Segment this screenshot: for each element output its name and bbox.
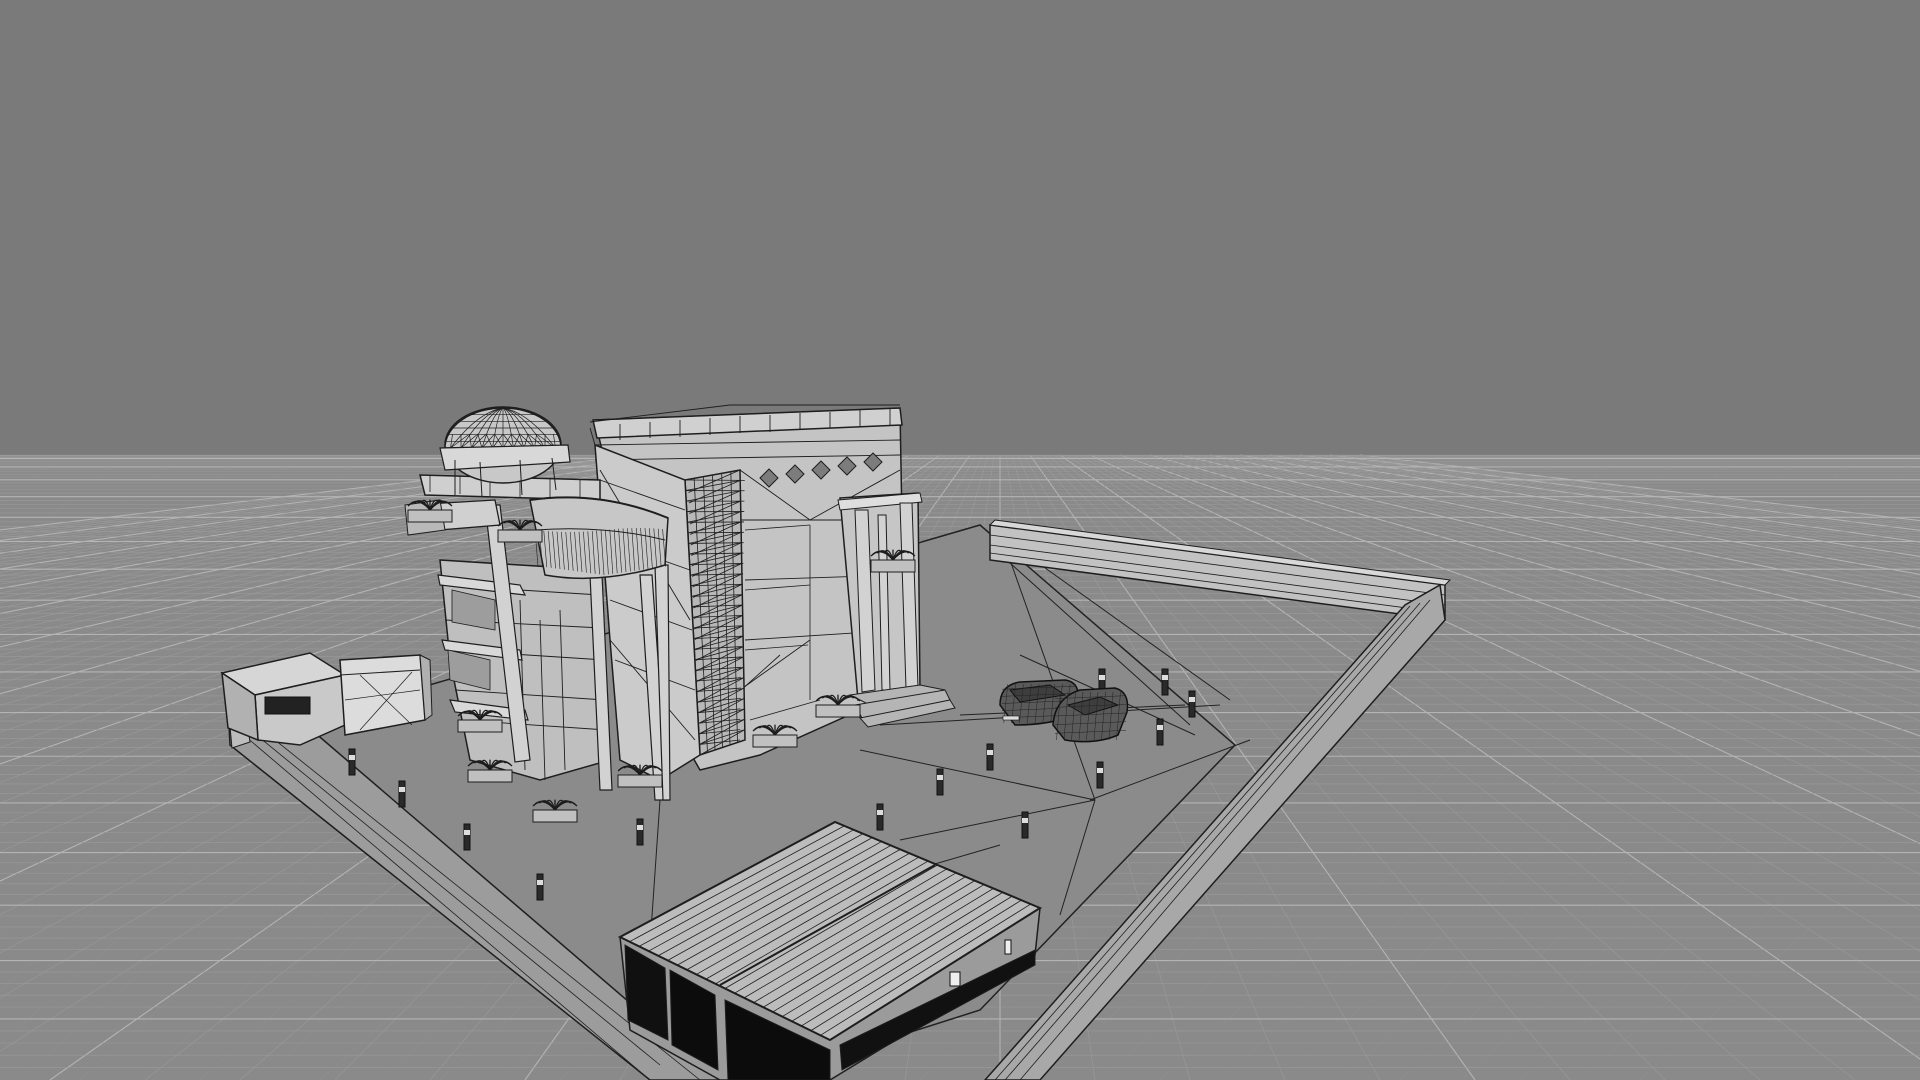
curved-balcony [529,496,669,580]
viewport-canvas[interactable] [0,0,1920,1080]
3d-viewport[interactable] [0,0,1920,1080]
